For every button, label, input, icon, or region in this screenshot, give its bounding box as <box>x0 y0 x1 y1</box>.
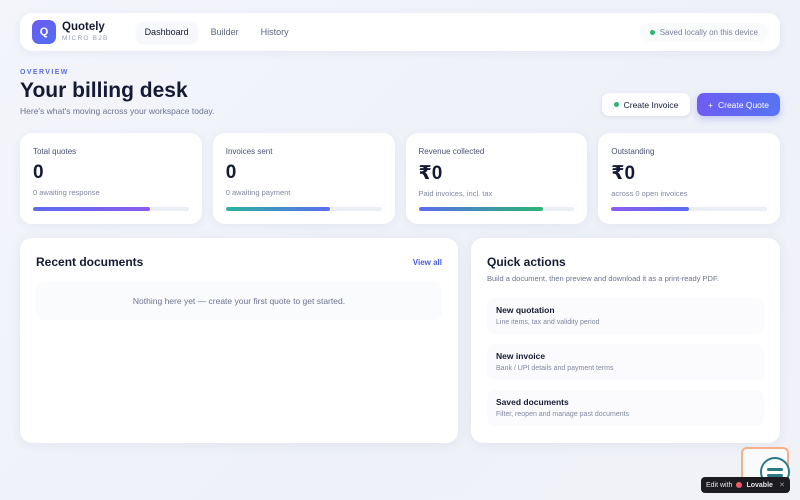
stat-progress-fill <box>225 207 331 211</box>
stat-progress-fill <box>418 207 544 211</box>
quick-action-subtitle: Bank / UPI details and payment terms <box>496 365 614 372</box>
stat-progress-track <box>418 207 575 211</box>
saved-status-badge: Saved locally on this device <box>639 22 768 42</box>
quick-action-new-invoice[interactable]: New invoice Bank / UPI details and payme… <box>487 344 764 380</box>
stat-value: ₹0 <box>611 163 636 184</box>
stat-label: Invoices sent <box>225 147 273 156</box>
page-title: Your billing desk <box>20 79 188 102</box>
stat-card-total-quotes: Total quotes 0 0 awaiting response <box>20 133 202 224</box>
quick-action-title: New invoice <box>496 351 546 361</box>
saved-status-text: Saved locally on this device <box>659 27 758 37</box>
app-logo[interactable]: Q <box>32 20 56 44</box>
quick-actions-panel: Quick actions Build a document, then pre… <box>471 238 780 443</box>
app-name: Quotely <box>62 21 105 33</box>
empty-state: Nothing here yet — create your first quo… <box>36 282 442 320</box>
tab-builder[interactable]: Builder <box>203 22 247 42</box>
stat-subtext: Paid invoices, incl. tax <box>418 189 493 198</box>
stat-progress-fill <box>611 207 690 211</box>
stat-value: 0 <box>225 162 237 183</box>
quick-actions-subtitle: Build a document, then preview and downl… <box>487 274 719 283</box>
create-invoice-label: Create Invoice <box>623 99 679 110</box>
empty-state-text: Nothing here yet — create your first quo… <box>132 296 346 306</box>
create-invoice-button[interactable]: Create Invoice <box>602 93 690 116</box>
stat-label: Outstanding <box>611 147 655 156</box>
quick-action-saved-documents[interactable]: Saved documents Filter, reopen and manag… <box>487 390 764 426</box>
app-subtitle: MICRO B2B <box>62 34 109 42</box>
page-overline: OVERVIEW <box>20 69 69 76</box>
stat-card-revenue-collected: Revenue collected ₹0 Paid invoices, incl… <box>405 133 588 224</box>
stat-subtext: across 0 open invoices <box>611 189 688 198</box>
stat-progress-fill <box>33 207 150 211</box>
brand: Quotely MICRO B2B <box>62 21 109 42</box>
quick-action-subtitle: Filter, reopen and manage past documents <box>496 411 630 418</box>
nav-tabs: Dashboard Builder History <box>136 22 297 42</box>
quick-action-new-quotation[interactable]: New quotation Line items, tax and validi… <box>487 298 764 334</box>
stats-row: Total quotes 0 0 awaiting response Invoi… <box>20 133 780 224</box>
stat-value: 0 <box>33 162 44 183</box>
create-quote-label: Create Quote <box>717 99 769 110</box>
create-quote-button[interactable]: + Create Quote <box>697 93 780 116</box>
recent-documents-panel: Recent documents View all Nothing here y… <box>20 238 458 443</box>
stat-subtext: 0 awaiting response <box>33 188 100 197</box>
tab-history[interactable]: History <box>253 22 297 42</box>
stat-subtext: 0 awaiting payment <box>225 188 291 197</box>
quick-actions-title: Quick actions <box>487 255 566 269</box>
quick-action-title: Saved documents <box>496 397 569 407</box>
stat-value: ₹0 <box>418 163 443 184</box>
stat-progress-track <box>611 207 767 211</box>
stat-label: Total quotes <box>33 147 77 156</box>
edit-with-lovable-badge[interactable]: Edit with Lovable ✕ <box>701 477 790 493</box>
plus-icon: + <box>708 99 713 110</box>
top-navigation-bar: Q Quotely MICRO B2B Dashboard Builder Hi… <box>20 13 780 51</box>
lovable-heart-icon <box>736 482 743 488</box>
page-subtitle: Here's what's moving across your workspa… <box>20 106 215 116</box>
stat-progress-track <box>225 207 382 211</box>
stat-card-outstanding: Outstanding ₹0 across 0 open invoices <box>598 133 780 224</box>
stat-label: Revenue collected <box>418 147 485 156</box>
lovable-brand-text: Lovable <box>746 481 773 489</box>
stat-card-invoices-sent: Invoices sent 0 0 awaiting payment <box>212 133 395 224</box>
status-dot-icon <box>649 29 655 35</box>
edit-with-text: Edit with <box>706 481 733 489</box>
stat-progress-track <box>33 207 189 211</box>
view-all-link[interactable]: View all <box>413 258 442 267</box>
invoice-dot-icon <box>613 102 619 107</box>
quick-action-title: New quotation <box>496 305 555 315</box>
close-icon[interactable]: ✕ <box>779 481 785 489</box>
tab-dashboard[interactable]: Dashboard <box>136 22 197 42</box>
quick-action-subtitle: Line items, tax and validity period <box>496 319 600 326</box>
recent-documents-title: Recent documents <box>36 255 144 269</box>
